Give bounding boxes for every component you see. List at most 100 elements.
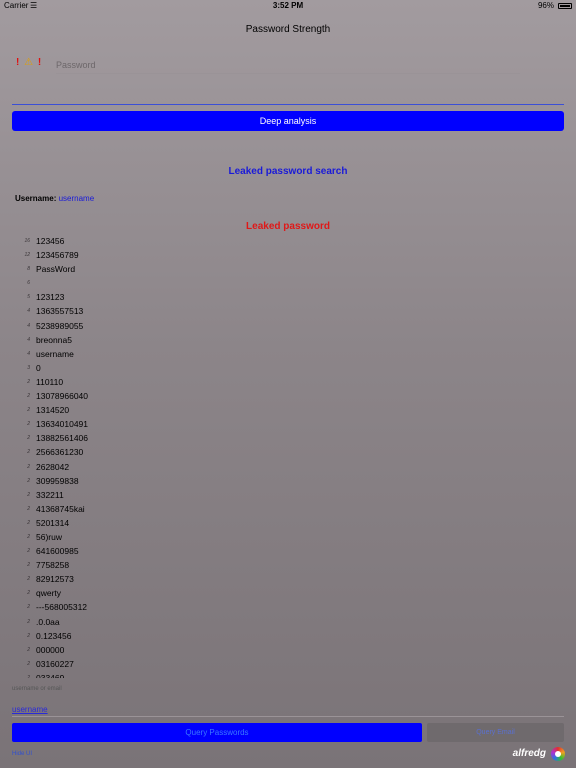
list-item: 2 332211: [14, 488, 314, 502]
username-field-label: username or email: [12, 686, 62, 692]
list-item: 8 PassWord: [14, 262, 314, 276]
password-input[interactable]: [56, 57, 520, 74]
leak-count: 16: [24, 238, 30, 244]
list-item: 2 13882561406: [14, 431, 314, 445]
list-item: 2 2566361230: [14, 445, 314, 459]
list-item: 2 1314520: [14, 403, 314, 417]
leaked-password: 5238989055: [36, 320, 84, 331]
leak-count: 8: [27, 266, 30, 273]
deep-analysis-button[interactable]: Deep analysis: [12, 111, 564, 131]
list-item: 2 .0.0aa: [14, 615, 314, 629]
list-item: 2 13078966040: [14, 389, 314, 403]
list-item: 2 qwerty: [14, 586, 314, 600]
list-item: 2 033469: [14, 671, 314, 678]
leaked-password: PassWord: [36, 264, 76, 275]
alfredg-logo: alfredg: [512, 748, 546, 759]
leak-count: 4: [27, 336, 30, 343]
color-wheel-icon[interactable]: [551, 747, 565, 761]
list-item: 2 7758258: [14, 558, 314, 572]
leaked-password: 13078966040: [36, 391, 89, 402]
leaked-password: 2628042: [36, 461, 70, 472]
leaked-password: breonna5: [36, 334, 72, 345]
leak-count: 2: [27, 491, 30, 498]
leak-count: 2: [27, 421, 30, 428]
list-item: 2 0.123456: [14, 629, 314, 643]
leaked-password: 82912573: [36, 574, 74, 585]
leaked-password: qwerty: [36, 588, 62, 599]
leak-count: 2: [27, 576, 30, 583]
list-item: 2 110110: [14, 375, 314, 389]
list-item: 2 13634010491: [14, 417, 314, 431]
list-item: 4 1363557513: [14, 304, 314, 318]
leaked-password-list[interactable]: 16 123456 12 123456789 8 PassWord 6 5 123123 4 136…: [14, 234, 314, 678]
list-item: 12 123456789: [14, 248, 314, 262]
leak-count: 2: [27, 632, 30, 639]
leak-count: 2: [27, 660, 30, 667]
exclamation-icon: !: [37, 57, 43, 68]
leak-count: 2: [27, 674, 30, 678]
leaked-password: 56)ruw: [36, 531, 62, 542]
list-item: 5 123123: [14, 290, 314, 304]
leak-count: 2: [27, 590, 30, 597]
list-item: 2 03160227: [14, 657, 314, 671]
warning-icon: ⚠: [24, 57, 35, 68]
leaked-password: .0.0aa: [36, 616, 60, 627]
hide-ui-link[interactable]: Hide UI: [12, 751, 32, 757]
leaked-password: 332211: [36, 489, 64, 500]
leaked-password: 123123: [36, 292, 65, 303]
page-title: Password Strength: [245, 24, 331, 35]
leaked-password: 309959838: [36, 475, 79, 486]
leaked-password: 03160227: [36, 658, 74, 669]
list-item: 4 5238989055: [14, 319, 314, 333]
leak-count: 4: [27, 308, 30, 315]
leak-count: 2: [27, 604, 30, 611]
leaked-password: ---568005312: [36, 602, 88, 613]
leak-count: 4: [27, 322, 30, 329]
username-input[interactable]: [12, 702, 564, 717]
leak-count: 2: [27, 477, 30, 484]
leaked-password: 641600985: [36, 546, 79, 557]
leaked-password: 0.123456: [36, 630, 72, 641]
list-item: 30: [14, 361, 314, 375]
leaked-password: 13882561406: [36, 433, 89, 444]
query-passwords-button[interactable]: Query Passwords: [12, 723, 422, 742]
leak-count: 2: [27, 562, 30, 569]
leaked-password: 123456: [36, 236, 65, 246]
leak-count: 2: [27, 449, 30, 456]
list-item: 6: [14, 276, 314, 290]
username-label: Username:: [15, 194, 57, 203]
leak-count: 2: [27, 378, 30, 385]
leak-count: 2: [27, 646, 30, 653]
leak-count: 2: [27, 393, 30, 400]
battery-icon: [558, 3, 572, 9]
leak-count: 3: [27, 364, 30, 371]
list-item: 2 000000: [14, 643, 314, 657]
strength-bar: [12, 104, 564, 105]
list-item: 2 ---568005312: [14, 600, 314, 614]
leaked-password: 0: [36, 362, 41, 373]
leaked-search-heading: Leaked password search: [228, 166, 348, 177]
leaked-password: 5201314: [36, 517, 70, 528]
username-row: Username: username: [15, 194, 94, 203]
leaked-password: 000000: [36, 644, 65, 655]
leaked-password: 033469: [36, 672, 65, 678]
leak-count: 2: [27, 435, 30, 442]
list-item: 4 breonna5: [14, 333, 314, 347]
leak-count: 2: [27, 519, 30, 526]
leak-count: 2: [27, 463, 30, 470]
leaked-password: 1314520: [36, 405, 70, 416]
list-item: 2 641600985: [14, 544, 314, 558]
leaked-password: 41368745kai: [36, 503, 85, 514]
list-item: 2 41368745kai: [14, 502, 314, 516]
leak-count: 5: [27, 294, 30, 301]
query-email-button[interactable]: Query Email: [427, 723, 564, 742]
leaked-password: 7758258: [36, 560, 70, 571]
leaked-password: 2566361230: [36, 447, 84, 458]
leak-count: 2: [27, 618, 30, 625]
leak-count: 2: [27, 548, 30, 555]
leaked-password: 110110: [36, 376, 64, 387]
exclamation-icon: !: [16, 57, 21, 68]
list-item: 2 309959838: [14, 474, 314, 488]
battery-percent: 96%: [537, 1, 554, 10]
username-value: username: [58, 194, 95, 203]
